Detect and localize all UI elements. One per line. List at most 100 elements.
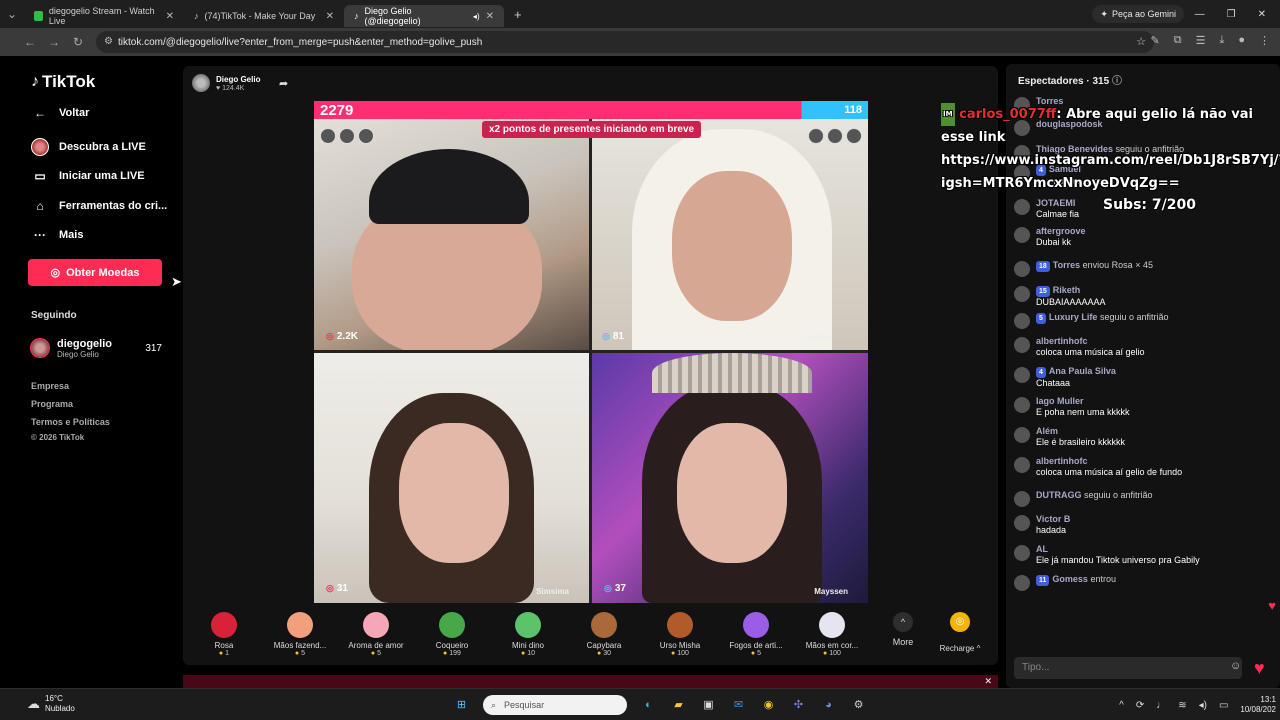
gift-item[interactable]: Mãos em cor... 100 bbox=[794, 610, 870, 657]
wifi-icon[interactable]: ≋ bbox=[1178, 700, 1186, 711]
chat-message[interactable]: DUTRAGG seguiu o anfitrião bbox=[1014, 490, 1276, 507]
gift-item[interactable]: Mini dino 10 bbox=[490, 610, 566, 657]
extensions-icon[interactable]: ⧉ bbox=[1174, 34, 1182, 47]
video-grid[interactable]: ◎ 2.2K ◎ 81 TURBO ◎ 31 Simsima ◎ 37 Mayssen bbox=[314, 101, 868, 603]
new-tab-button[interactable]: + bbox=[514, 7, 522, 22]
browser-tab-3[interactable]: ♪ Diego Gelio (@diegogelio) ◂) ✕ bbox=[344, 5, 504, 27]
gift-price: 5 bbox=[262, 650, 338, 657]
mail-icon[interactable]: ✉ bbox=[730, 697, 747, 714]
more-gifts-button[interactable]: ^ More bbox=[883, 610, 923, 647]
emoji-icon[interactable]: ☺ bbox=[1230, 660, 1241, 672]
chat-message[interactable]: 11 Gomess entrou bbox=[1014, 574, 1276, 591]
gift-icon[interactable]: ♥ bbox=[1254, 658, 1265, 679]
discord-icon[interactable]: ◕ bbox=[820, 697, 837, 714]
gemini-button[interactable]: ✦ Peça ao Gemini bbox=[1092, 5, 1184, 23]
chat-message[interactable]: Além Ele é brasileiro kkkkkk bbox=[1014, 426, 1276, 448]
url-bar[interactable]: ⚙ tiktok.com/@diegogelio/live?enter_from… bbox=[96, 31, 1154, 53]
speaker-icon[interactable]: ◂) bbox=[473, 12, 480, 21]
taskbar-search[interactable]: ⌕ Pesquisar bbox=[483, 695, 627, 715]
video-pane-3[interactable]: ◎ 31 Simsima bbox=[314, 353, 589, 603]
chat-message[interactable]: 18 Torres enviou Rosa × 45 bbox=[1014, 260, 1276, 277]
info-icon[interactable]: ⓘ bbox=[1112, 76, 1122, 87]
footer-link-terms[interactable]: Termos e Políticas bbox=[31, 417, 110, 427]
gift-item[interactable]: Capybara 30 bbox=[566, 610, 642, 657]
chrome-icon[interactable]: ◉ bbox=[760, 697, 777, 714]
chat-input[interactable]: Tipo... bbox=[1014, 657, 1242, 679]
reading-list-icon[interactable]: ☰ bbox=[1196, 34, 1206, 47]
video-pane-4[interactable]: ◎ 37 Mayssen bbox=[592, 353, 868, 603]
chat-message[interactable]: albertinhofc coloca uma música aí gelio d… bbox=[1014, 456, 1276, 478]
recharge-button[interactable]: ◎ Recharge ^ bbox=[935, 610, 985, 653]
avatar bbox=[1014, 457, 1030, 473]
store-icon[interactable]: ▣ bbox=[700, 697, 717, 714]
chevron-up-icon[interactable]: ^ bbox=[1119, 700, 1124, 711]
pen-extension-icon[interactable]: ✎ bbox=[1151, 34, 1160, 47]
back-icon[interactable]: ← bbox=[18, 35, 42, 49]
following-item[interactable]: diegogelio Diego Gelio 317 bbox=[30, 335, 162, 361]
top-gifters-right[interactable] bbox=[808, 128, 862, 144]
forward-icon[interactable]: → bbox=[42, 35, 66, 49]
chat-message[interactable]: 15 Riketh DUBAIAAAAAAA bbox=[1014, 285, 1276, 308]
close-tab-icon[interactable]: ✕ bbox=[326, 11, 334, 22]
back-link[interactable]: ← Voltar bbox=[31, 104, 89, 122]
clock[interactable]: 13:1 10/08/202 bbox=[1240, 695, 1276, 715]
pane-likes: ◎ 37 bbox=[604, 583, 626, 594]
battery-icon[interactable]: ▭ bbox=[1219, 700, 1228, 711]
chat-message[interactable]: albertinhofc coloca uma música aí gelio bbox=[1014, 336, 1276, 358]
pane-watermark: Simsima bbox=[536, 587, 569, 596]
profile-avatar-icon[interactable]: ● bbox=[1238, 34, 1245, 47]
sidebar-item-more[interactable]: ··· Mais bbox=[31, 226, 83, 244]
heart-icon: ◎ bbox=[326, 331, 334, 341]
sidebar-item-start-live[interactable]: ▭ Iniciar uma LIVE bbox=[31, 167, 144, 185]
footer-link-company[interactable]: Empresa bbox=[31, 381, 69, 391]
footer-link-program[interactable]: Programa bbox=[31, 399, 73, 409]
gift-item[interactable]: Fogos de arti... 5 bbox=[718, 610, 794, 657]
gift-item[interactable]: Coqueiro 199 bbox=[414, 610, 490, 657]
weather-widget[interactable]: ☁ 16°C Nublado bbox=[27, 694, 75, 714]
gift-item[interactable]: Urso Misha 100 bbox=[642, 610, 718, 657]
chat-message[interactable]: AL Ele já mandou Tiktok universo pra Gabi… bbox=[1014, 544, 1276, 566]
sync-icon[interactable]: ⟳ bbox=[1136, 700, 1144, 711]
promo-strip[interactable]: ✕ bbox=[183, 675, 998, 688]
chat-message[interactable]: aftergroove Dubai kk bbox=[1014, 226, 1276, 248]
reload-icon[interactable]: ↻ bbox=[66, 35, 90, 49]
volume-icon[interactable]: ◂) bbox=[1199, 700, 1207, 711]
sidebar-item-discover-live[interactable]: Descubra a LIVE bbox=[31, 138, 146, 156]
bookmark-star-icon[interactable]: ☆ bbox=[1136, 35, 1146, 48]
edge-icon[interactable]: ◐ bbox=[640, 697, 657, 714]
browser-tab-1[interactable]: diegogelio Stream - Watch Live ✕ bbox=[24, 5, 184, 27]
windows-start-icon[interactable]: ⊞ bbox=[453, 697, 470, 714]
close-icon[interactable]: ✕ bbox=[984, 676, 992, 687]
viewers-title-text: Espectadores · 315 bbox=[1018, 76, 1110, 87]
minimize-icon[interactable]: — bbox=[1195, 9, 1205, 20]
teams-icon[interactable]: ✣ bbox=[790, 697, 807, 714]
gift-name: Aroma de amor bbox=[348, 641, 404, 650]
gift-item[interactable]: Rosa 1 bbox=[186, 610, 262, 657]
browser-tab-2[interactable]: ♪ (74)TikTok - Make Your Day ✕ bbox=[184, 5, 344, 27]
close-tab-icon[interactable]: ✕ bbox=[486, 11, 494, 22]
close-tab-icon[interactable]: ✕ bbox=[166, 11, 174, 22]
close-window-icon[interactable]: ✕ bbox=[1258, 9, 1266, 20]
sidebar-item-creator-tools[interactable]: ⌂ Ferramentas do cri... bbox=[31, 197, 167, 215]
chat-message[interactable]: Iago Muller E poha nem uma kkkkk bbox=[1014, 396, 1276, 418]
tab-search-icon[interactable]: ⌄ bbox=[0, 7, 24, 21]
share-icon[interactable]: ➦ bbox=[279, 77, 288, 90]
settings-gear-icon[interactable]: ⚙ bbox=[850, 697, 867, 714]
file-explorer-icon[interactable]: ▰ bbox=[670, 697, 687, 714]
downloads-icon[interactable]: ⤓ bbox=[1219, 34, 1224, 47]
chat-message[interactable]: Victor Bhadada bbox=[1014, 514, 1276, 536]
chat-message[interactable]: 5 Luxury Life seguiu o anfitrião bbox=[1014, 312, 1276, 329]
host-info[interactable]: Diego Gelio ♥ 124.4K bbox=[192, 74, 260, 92]
chat-message[interactable]: 4 Ana Paula Silva Chataaa bbox=[1014, 366, 1276, 389]
following-subname: Diego Gelio bbox=[57, 349, 99, 359]
home-tools-icon: ⌂ bbox=[36, 199, 44, 213]
menu-kebab-icon[interactable]: ⋮ bbox=[1259, 34, 1270, 47]
site-info-icon[interactable]: ⚙ bbox=[104, 36, 113, 47]
gift-item[interactable]: Aroma de amor 5 bbox=[338, 610, 414, 657]
tiktok-logo[interactable]: ♪ TikTok bbox=[31, 72, 95, 92]
top-gifters-left[interactable] bbox=[320, 128, 374, 144]
gift-item[interactable]: Mãos fazend... 5 bbox=[262, 610, 338, 657]
mic-icon[interactable]: ♩ bbox=[1156, 700, 1166, 711]
maximize-icon[interactable]: ❐ bbox=[1227, 9, 1236, 20]
get-coins-button[interactable]: ◎ Obter Moedas bbox=[28, 259, 162, 286]
